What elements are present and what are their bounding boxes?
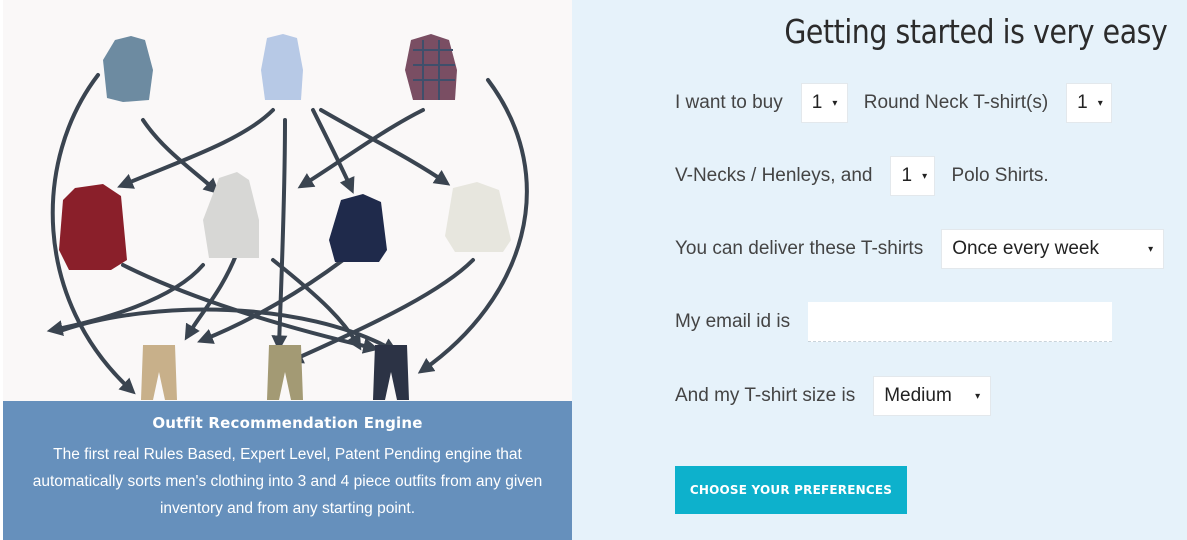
pants-navy-jeans <box>373 345 409 400</box>
polo-qty-select[interactable]: 1 ▾ <box>890 156 936 196</box>
chevron-down-icon: ▾ <box>832 97 838 109</box>
row1-label: Round Neck T-shirt(s) <box>863 92 1049 113</box>
row4-prefix: My email id is <box>675 311 791 332</box>
row3-prefix: You can deliver these T-shirts <box>675 238 924 259</box>
outfit-engine-panel: Outfit Recommendation Engine The first r… <box>3 0 572 540</box>
shirt-plaid <box>405 34 457 100</box>
caption-text: The first real Rules Based, Expert Level… <box>32 446 543 517</box>
row2-label: Polo Shirts. <box>951 165 1049 186</box>
vneck-qty-select[interactable]: 1 ▾ <box>1066 83 1113 123</box>
sweater-maroon <box>59 184 127 270</box>
choose-preferences-button[interactable]: CHOOSE YOUR PREFERENCES <box>675 466 907 514</box>
row1-prefix: I want to buy <box>675 92 783 113</box>
signup-form: Getting started is very easy I want to b… <box>572 0 1187 540</box>
delivery-frequency-value: Once every week <box>952 238 1099 259</box>
delivery-frequency-select[interactable]: Once every week ▾ <box>941 229 1165 269</box>
row-email: My email id is <box>675 302 1113 342</box>
shirt-light-blue <box>261 34 303 100</box>
pants-khaki <box>141 345 177 400</box>
pants-olive <box>267 345 303 400</box>
row-round-neck: I want to buy 1 ▾ Round Neck T-shirt(s) … <box>675 83 1128 123</box>
row-size: And my T-shirt size is Medium ▾ <box>675 376 1007 416</box>
page-title: Getting started is very easy <box>783 12 1167 51</box>
chevron-down-icon: ▾ <box>922 170 928 182</box>
size-select[interactable]: Medium ▾ <box>873 376 992 416</box>
size-value: Medium <box>884 385 952 406</box>
polo-qty-value: 1 <box>901 165 913 186</box>
chevron-down-icon: ▾ <box>975 390 981 402</box>
row-delivery: You can deliver these T-shirts Once ever… <box>675 229 1180 269</box>
row5-prefix: And my T-shirt size is <box>675 385 856 406</box>
sweater-navy <box>329 194 387 262</box>
shirt-denim <box>103 36 153 102</box>
chevron-down-icon: ▾ <box>1097 97 1103 109</box>
round-neck-qty-value: 1 <box>811 92 823 113</box>
vneck-qty-value: 1 <box>1077 92 1088 113</box>
caption-title: Outfit Recommendation Engine <box>152 414 423 432</box>
engine-caption: Outfit Recommendation Engine The first r… <box>3 401 572 540</box>
sweater-cream <box>445 182 511 252</box>
outfit-diagram <box>46 34 529 400</box>
row-vneck-polo: V-Necks / Henleys, and 1 ▾ Polo Shirts. <box>675 156 1067 196</box>
chevron-down-icon: ▾ <box>1148 243 1154 255</box>
round-neck-qty-select[interactable]: 1 ▾ <box>800 83 848 123</box>
email-field[interactable] <box>808 302 1113 342</box>
row2-prefix: V-Necks / Henleys, and <box>675 165 873 186</box>
